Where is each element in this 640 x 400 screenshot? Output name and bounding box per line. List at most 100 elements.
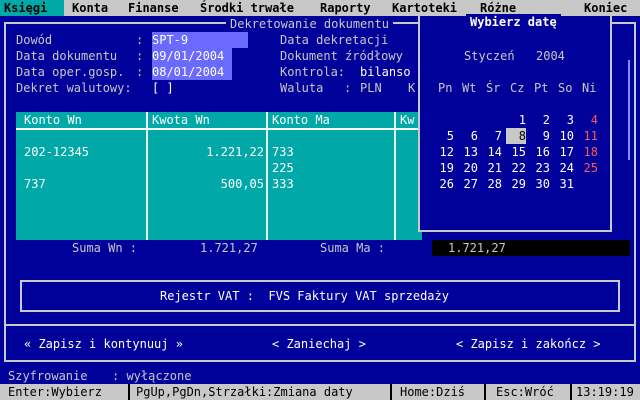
calendar-day[interactable]: 19 [434, 160, 454, 176]
calendar-day[interactable]: 26 [434, 176, 454, 192]
calendar-day[interactable]: 15 [506, 144, 526, 160]
table-cell-kwota-wn[interactable]: 1.221,22 [152, 144, 264, 160]
dowod-field[interactable]: SPT-9 [152, 32, 248, 48]
table-cell-konto-ma[interactable]: 333 [272, 176, 294, 192]
hint-separator [570, 384, 572, 400]
suma-wn-value: 1.721,27 [200, 241, 258, 255]
colon: : [344, 81, 352, 95]
column-header-konto-wn: Konto Wn [24, 113, 82, 127]
column-header-kwota-wn: Kwota Wn [152, 113, 210, 127]
waluta-value[interactable]: PLN [360, 80, 382, 96]
menu-finanse[interactable]: Finanse [128, 0, 179, 16]
table-cell-konto-ma[interactable]: 225 [272, 160, 294, 176]
calendar-day[interactable]: 4 [578, 112, 598, 128]
month-label: Styczeń [464, 49, 515, 63]
encryption-value: : wyłączone [112, 369, 192, 383]
calendar-day[interactable]: 8 [506, 128, 526, 144]
hint-esc: Esc:Wróć [496, 385, 554, 399]
table-cell-konto-wn[interactable]: 202-12345 [24, 144, 89, 160]
data-dokumentu-label: Data dokumentu [16, 49, 118, 63]
dekret-walutowy-label: Dekret walutowy: [16, 81, 132, 95]
table-cell-kwota-wn[interactable]: 500,05 [152, 176, 264, 192]
calendar-day[interactable]: 20 [458, 160, 478, 176]
menu-srodki-trwale[interactable]: Środki trwałe [200, 0, 294, 16]
colon: : [136, 49, 144, 63]
suma-ma-label: Suma Ma : [320, 241, 386, 255]
calendar-day[interactable]: 2 [530, 112, 550, 128]
save-continue-button[interactable]: « Zapisz i kontynuuj » [24, 336, 183, 352]
calendar-day[interactable]: 31 [554, 176, 574, 192]
calendar-day[interactable]: 12 [434, 144, 454, 160]
hint-separator [128, 384, 130, 400]
calendar-day[interactable]: 5 [434, 128, 454, 144]
hint-enter: Enter:Wybierz [8, 385, 102, 399]
calendar-day[interactable]: 10 [554, 128, 574, 144]
calendar-day[interactable]: 23 [530, 160, 550, 176]
calendar-day[interactable]: 25 [578, 160, 598, 176]
calendar-day[interactable]: 14 [482, 144, 502, 160]
data-dokumentu-field[interactable]: 09/01/2004 [152, 48, 232, 64]
calendar-day[interactable]: 30 [530, 176, 550, 192]
hint-pgup: PgUp,PgDn,Strzałki:Zmiana daty [136, 385, 353, 399]
data-dekretacji-label: Data dekretacji [280, 33, 389, 47]
hint-home: Home:Dziś [400, 385, 466, 399]
weekday-header: Śr [486, 81, 501, 95]
calendar-day[interactable]: 21 [482, 160, 502, 176]
menu-ksiegi[interactable]: Księgi [0, 0, 64, 16]
cancel-button[interactable]: < Zaniechaj > [272, 336, 366, 352]
colon: : [136, 33, 144, 47]
calendar-day[interactable]: 18 [578, 144, 598, 160]
calendar-day[interactable]: 29 [506, 176, 526, 192]
waluta-label: Waluta [280, 81, 324, 95]
table-cell-konto-ma[interactable]: 733 [272, 144, 294, 160]
calendar-day[interactable]: 17 [554, 144, 574, 160]
suma-wn-label: Suma Wn : [72, 241, 138, 255]
header-divider [16, 128, 422, 130]
status-line [0, 368, 640, 384]
calendar-day[interactable]: 11 [578, 128, 598, 144]
column-header-konto-ma: Konto Ma [272, 113, 330, 127]
vat-register-text[interactable]: Rejestr VAT : FVS Faktury VAT sprzedaży [160, 288, 449, 304]
date-picker-title: Wybierz datę [466, 14, 561, 30]
calendar-day[interactable]: 24 [554, 160, 574, 176]
hint-separator [390, 384, 392, 400]
kontrola-value: bilanso [360, 65, 411, 79]
window-title: Dekretowanie dokumentu [226, 16, 393, 32]
column-divider [146, 112, 148, 240]
kontrola-label: Kontrola: [280, 65, 346, 79]
weekday-header: Ni [582, 81, 597, 95]
calendar-day[interactable]: 1 [506, 112, 526, 128]
table-cell-konto-wn[interactable]: 737 [24, 176, 46, 192]
dekret-walutowy-checkbox[interactable]: [ ] [152, 80, 174, 96]
weekday-header: Wt [462, 81, 477, 95]
suma-ma-value: 1.721,27 [432, 240, 630, 256]
weekday-header: So [558, 81, 573, 95]
colon: : [136, 65, 144, 79]
dokument-zrodlowy-label: Dokument źródłowy [280, 49, 403, 63]
calendar-day[interactable]: 22 [506, 160, 526, 176]
calendar-day[interactable]: 7 [482, 128, 502, 144]
hint-separator [484, 384, 486, 400]
clock: 13:19:19 [576, 385, 634, 399]
encryption-label: Szyfrowanie [8, 369, 88, 383]
calendar-day[interactable]: 3 [554, 112, 574, 128]
calendar-day[interactable]: 28 [482, 176, 502, 192]
calendar-day[interactable]: 13 [458, 144, 478, 160]
save-finish-button[interactable]: < Zapisz i zakończ > [456, 336, 601, 352]
calendar-day[interactable]: 16 [530, 144, 550, 160]
scroll-marker [628, 60, 630, 160]
waluta-extra: K [408, 81, 416, 95]
weekday-header: Cz [510, 81, 525, 95]
calendar-day[interactable]: 27 [458, 176, 478, 192]
column-divider [266, 112, 268, 240]
data-oper-field[interactable]: 08/01/2004 [152, 64, 232, 80]
calendar-day[interactable]: 9 [530, 128, 550, 144]
menu-raporty[interactable]: Raporty [320, 0, 371, 16]
weekday-header: Pn [438, 81, 453, 95]
menu-konta[interactable]: Konta [72, 0, 108, 16]
column-divider [394, 112, 396, 240]
calendar-day[interactable]: 6 [458, 128, 478, 144]
year-label: 2004 [536, 49, 565, 63]
button-divider [4, 324, 636, 326]
data-oper-label: Data oper.gosp. [16, 65, 125, 79]
